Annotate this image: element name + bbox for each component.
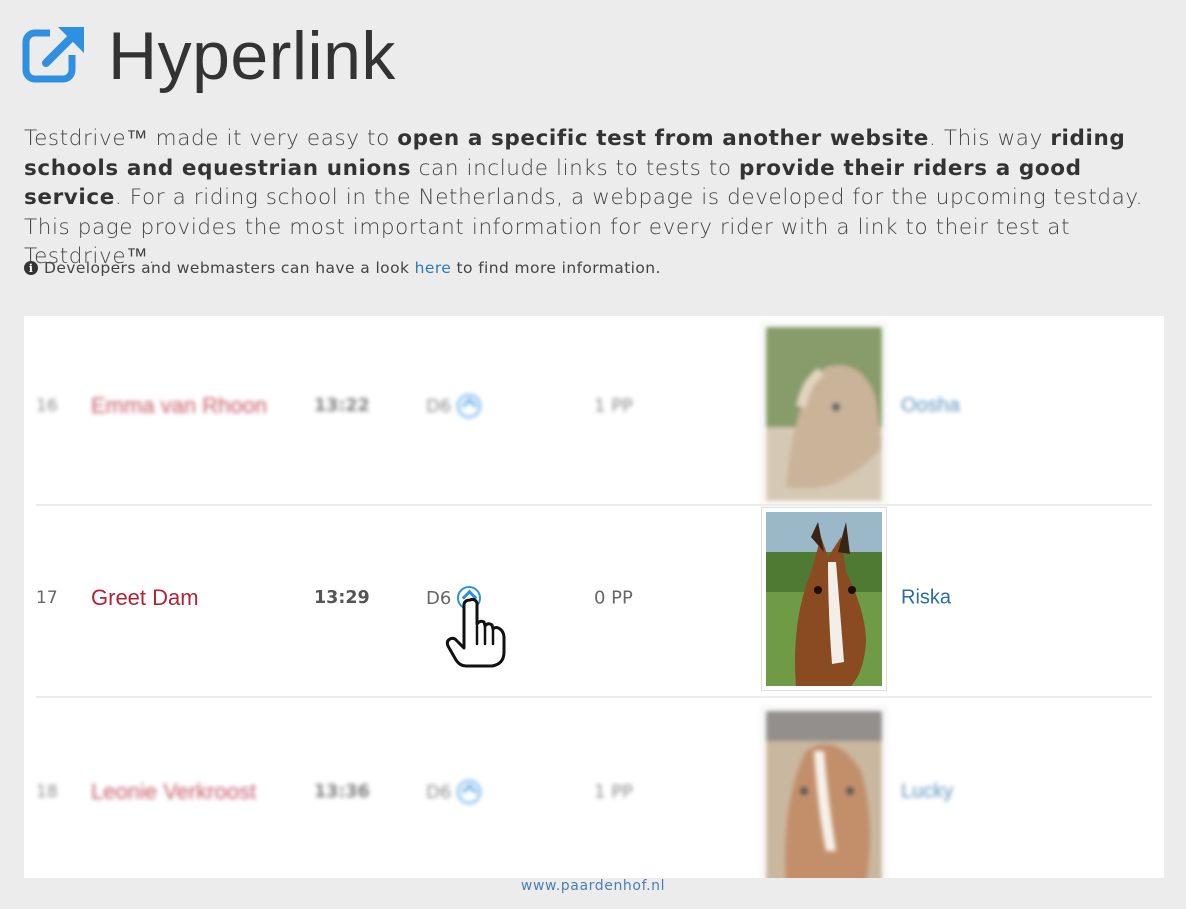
horse-photo bbox=[761, 507, 887, 691]
info-icon: i bbox=[24, 261, 38, 275]
developer-note: i Developers and webmasters can have a l… bbox=[24, 259, 661, 277]
start-time: 13:29 bbox=[314, 588, 370, 608]
open-test-icon[interactable] bbox=[457, 780, 482, 804]
horse-photo bbox=[761, 322, 887, 506]
horse-name[interactable]: Lucky bbox=[901, 781, 953, 804]
external-link-icon bbox=[22, 25, 84, 83]
row-divider bbox=[36, 504, 1152, 506]
penalty-points: 1 PP bbox=[594, 395, 633, 417]
horse-name[interactable]: Riska bbox=[901, 587, 951, 610]
table-row: 16 Emma van Rhoon 13:22 D6 1 PP Oosha bbox=[24, 316, 1164, 506]
row-divider bbox=[36, 696, 1152, 698]
open-test-icon[interactable] bbox=[457, 394, 482, 418]
page-header: Hyperlink bbox=[22, 14, 396, 94]
start-time: 13:22 bbox=[314, 396, 370, 416]
start-time: 13:36 bbox=[314, 782, 370, 802]
penalty-points: 0 PP bbox=[594, 587, 633, 609]
table-row: 18 Leonie Verkroost 13:36 D6 1 PP Lucky bbox=[24, 702, 1164, 878]
rider-name[interactable]: Leonie Verkroost bbox=[91, 779, 256, 805]
here-link[interactable]: here bbox=[415, 259, 452, 277]
hand-pointer-icon bbox=[445, 597, 506, 668]
start-number: 18 bbox=[36, 782, 58, 802]
horse-photo bbox=[761, 706, 887, 878]
page-title: Hyperlink bbox=[108, 18, 396, 94]
horse-name[interactable]: Oosha bbox=[901, 395, 960, 418]
table-row: 17 Greet Dam 13:29 D6 0 PP Riska bbox=[24, 507, 1164, 698]
intro-paragraph: Testdrive™ made it very easy to open a s… bbox=[24, 126, 1144, 269]
test-cell: D6 bbox=[426, 394, 482, 418]
rider-name[interactable]: Emma van Rhoon bbox=[91, 393, 267, 419]
rider-name[interactable]: Greet Dam bbox=[91, 585, 199, 611]
penalty-points: 1 PP bbox=[594, 781, 633, 803]
test-cell: D6 bbox=[426, 780, 482, 804]
footer-site[interactable]: www.paardenhof.nl bbox=[0, 878, 1186, 894]
start-number: 16 bbox=[36, 396, 58, 416]
start-number: 17 bbox=[36, 588, 58, 608]
start-list-panel: 16 Emma van Rhoon 13:22 D6 1 PP Oosha 17… bbox=[24, 316, 1164, 878]
